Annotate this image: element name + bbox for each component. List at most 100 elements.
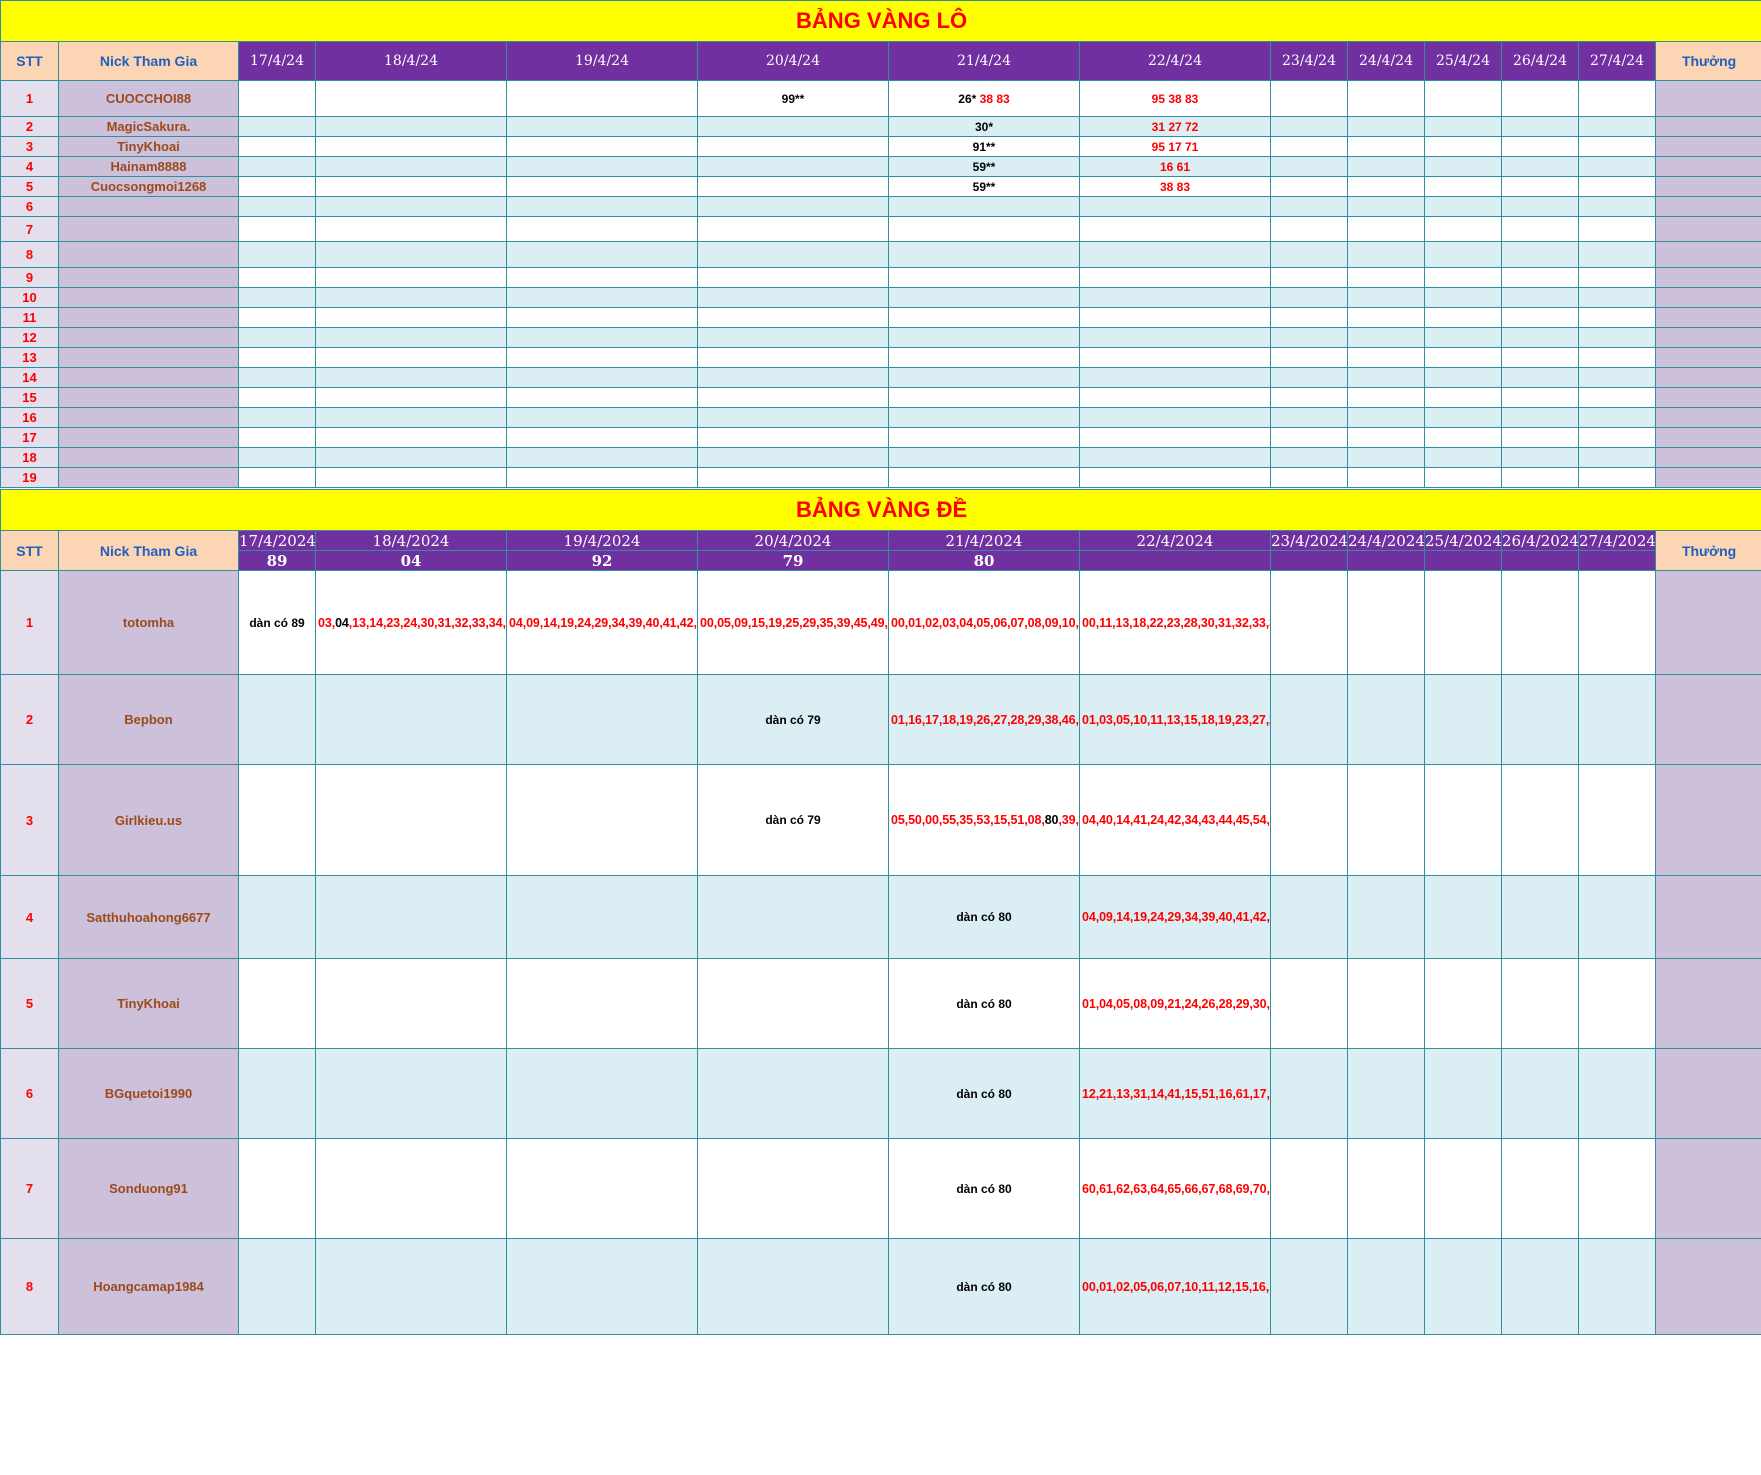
de-entry-cell bbox=[238, 1238, 316, 1335]
lo-entry-cell bbox=[888, 427, 1080, 448]
lo-entry-cell bbox=[315, 307, 507, 328]
lo-entry-cell bbox=[1578, 467, 1656, 488]
de-date-header: 23/4/2024 bbox=[1270, 530, 1348, 551]
de-stt-cell: 8 bbox=[0, 1238, 59, 1335]
lo-entry-cell bbox=[315, 407, 507, 428]
lo-entry-cell bbox=[1270, 80, 1348, 117]
lo-entry-cell: 38 83 bbox=[1079, 176, 1271, 197]
number-list: 03, bbox=[318, 615, 336, 630]
lo-entry-cell: 99** bbox=[697, 80, 889, 117]
lo-entry-cell bbox=[1501, 447, 1579, 468]
lo-entry-cell bbox=[1347, 116, 1425, 137]
lo-entry-cell bbox=[1347, 387, 1425, 408]
de-result: 79 bbox=[697, 550, 889, 571]
de-entry-cell bbox=[697, 875, 889, 959]
de-entry-cell bbox=[1270, 570, 1348, 675]
lo-prize-cell bbox=[1654, 407, 1761, 428]
lo-prize-cell bbox=[1654, 156, 1761, 177]
lo-entry-cell bbox=[1347, 307, 1425, 328]
lo-entry-cell bbox=[888, 287, 1080, 308]
lo-entry-cell bbox=[1424, 156, 1502, 177]
lo-nick-cell: Hainam8888 bbox=[58, 156, 239, 177]
de-table-row: 5 TinyKhoai dàn có 80 01,04,05,08,09,21,24,… bbox=[0, 958, 1761, 1049]
lo-entry-cell bbox=[1501, 287, 1579, 308]
lo-prize-cell bbox=[1654, 216, 1761, 242]
lo-table-row: 12 bbox=[0, 327, 1761, 348]
number-list: ,39,93,38,83,89,98,88,19,91,18,81,85,58,… bbox=[1058, 813, 1079, 827]
de-prize-cell bbox=[1654, 875, 1761, 959]
de-entry-cell bbox=[506, 674, 698, 765]
lo-entry-cell bbox=[238, 327, 316, 348]
de-entry-cell bbox=[1424, 1238, 1502, 1335]
de-entry-cell: 00,01,02,03,04,05,06,07,08,09,10,16,20,2… bbox=[888, 570, 1080, 675]
lo-entry-cell bbox=[1424, 407, 1502, 428]
de-entry-cell bbox=[697, 1238, 889, 1335]
lo-entry-cell bbox=[238, 267, 316, 288]
de-result bbox=[1501, 550, 1579, 571]
lo-prize-cell bbox=[1654, 447, 1761, 468]
lo-entry-cell bbox=[1424, 241, 1502, 268]
de-entry-cell bbox=[506, 1048, 698, 1139]
lo-entry-cell bbox=[1578, 387, 1656, 408]
number-list: 00,01,02,05,06,07,10,11,12,15,16,17,20,2… bbox=[1082, 1279, 1270, 1294]
lo-entry-cell: 59** bbox=[888, 156, 1080, 177]
lo-entry-cell bbox=[506, 196, 698, 217]
lo-entry-cell bbox=[697, 307, 889, 328]
lo-entry-cell bbox=[506, 387, 698, 408]
lo-entry-cell: 30* bbox=[888, 116, 1080, 137]
lo-entry-cell bbox=[506, 80, 698, 117]
de-entry-cell bbox=[1270, 764, 1348, 876]
de-entry-cell: dàn có 80 bbox=[888, 875, 1080, 959]
de-date-header: 20/4/2024 bbox=[697, 530, 889, 551]
de-entry-cell bbox=[1578, 875, 1656, 959]
lo-entry-cell bbox=[506, 407, 698, 428]
lo-entry-cell bbox=[506, 427, 698, 448]
lo-table-row: 19 bbox=[0, 467, 1761, 488]
lo-nick-cell bbox=[58, 407, 239, 428]
lo-entry-cell bbox=[1501, 176, 1579, 197]
lo-entry-cell bbox=[697, 267, 889, 288]
de-result bbox=[1424, 550, 1502, 571]
lo-prize-cell bbox=[1654, 327, 1761, 348]
de-entry-cell bbox=[1347, 875, 1425, 959]
lo-entry-cell bbox=[1079, 387, 1271, 408]
de-entry-cell bbox=[315, 764, 507, 876]
lo-entry-cell bbox=[1501, 196, 1579, 217]
de-entry-cell bbox=[1501, 1048, 1579, 1139]
lo-entry-cell bbox=[1347, 447, 1425, 468]
de-prize-cell bbox=[1654, 764, 1761, 876]
lo-entry-cell bbox=[1424, 176, 1502, 197]
lo-entry-cell bbox=[315, 136, 507, 157]
lo-entry-cell bbox=[1424, 216, 1502, 242]
lo-nick-cell bbox=[58, 267, 239, 288]
lo-entry-cell bbox=[238, 367, 316, 388]
lo-stt-cell: 11 bbox=[0, 307, 59, 328]
lo-entry-cell bbox=[697, 156, 889, 177]
lo-prize-cell bbox=[1654, 307, 1761, 328]
de-entry-cell bbox=[238, 764, 316, 876]
lo-entry-cell bbox=[1501, 387, 1579, 408]
de-prize-cell bbox=[1654, 1238, 1761, 1335]
lo-entry-cell bbox=[697, 216, 889, 242]
lo-entry-cell bbox=[238, 307, 316, 328]
de-entry-cell: 00,01,02,05,06,07,10,11,12,15,16,17,20,2… bbox=[1079, 1238, 1271, 1335]
lo-entry-cell bbox=[1578, 407, 1656, 428]
de-entry-cell bbox=[1501, 1238, 1579, 1335]
lo-entry-cell bbox=[697, 467, 889, 488]
de-entry-cell bbox=[1501, 764, 1579, 876]
de-entry-cell bbox=[1424, 570, 1502, 675]
de-stt-cell: 4 bbox=[0, 875, 59, 959]
lo-prize-cell bbox=[1654, 80, 1761, 117]
lo-entry-cell bbox=[315, 216, 507, 242]
lo-entry-cell bbox=[1501, 116, 1579, 137]
lo-entry-cell bbox=[1578, 241, 1656, 268]
lo-bet-text: 91** bbox=[972, 139, 996, 154]
lo-nick-cell bbox=[58, 467, 239, 488]
lo-header-row: STT Nick Tham Gia 17/4/24 18/4/24 19/4/2… bbox=[0, 41, 1761, 81]
lo-entry-cell bbox=[1578, 327, 1656, 348]
lo-table-row: 16 bbox=[0, 407, 1761, 428]
de-entry-cell bbox=[238, 674, 316, 765]
lo-entry-cell bbox=[1578, 176, 1656, 197]
lo-date-header: 18/4/24 bbox=[315, 41, 507, 81]
lo-entry-cell bbox=[238, 116, 316, 137]
